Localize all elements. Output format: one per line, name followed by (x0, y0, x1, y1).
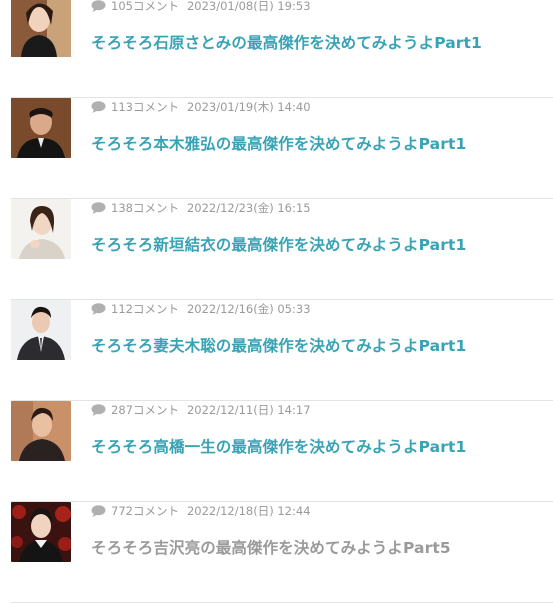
article-thumbnail[interactable] (11, 199, 71, 259)
comment-icon (91, 404, 106, 416)
article-title-link[interactable]: そろそろ石原さとみの最高傑作を決めてみようよPart1 (91, 31, 482, 53)
comment-icon (91, 202, 106, 214)
post-date: 2023/01/19(木) 14:40 (186, 100, 311, 114)
article-title-link[interactable]: そろそろ吉沢亮の最高傑作を決めてみようよPart5 (91, 536, 451, 558)
post-date: 2022/12/18(日) 12:44 (186, 504, 311, 518)
comment-count: 112コメント (111, 302, 179, 316)
list-item[interactable]: 287コメント 2022/12/11(日) 14:17 そろそろ高橋一生の最高傑… (0, 401, 553, 502)
post-date: 2023/01/08(日) 19:53 (186, 0, 311, 13)
comment-icon (91, 0, 106, 12)
post-date: 2022/12/16(金) 05:33 (186, 302, 311, 316)
list-item[interactable]: 138コメント 2022/12/23(金) 16:15 そろそろ新垣結衣の最高傑… (0, 199, 553, 300)
article-meta: 287コメント 2022/12/11(日) 14:17 (91, 403, 311, 417)
article-meta: 105コメント 2023/01/08(日) 19:53 (91, 0, 311, 13)
article-thumbnail[interactable] (11, 502, 71, 562)
article-title-link[interactable]: そろそろ本木雅弘の最高傑作を決めてみようよPart1 (91, 132, 466, 154)
list-item[interactable]: 113コメント 2023/01/19(木) 14:40 そろそろ本木雅弘の最高傑… (0, 98, 553, 199)
article-title-link[interactable]: そろそろ新垣結衣の最高傑作を決めてみようよPart1 (91, 233, 466, 255)
comment-count: 287コメント (111, 403, 179, 417)
article-meta: 112コメント 2022/12/16(金) 05:33 (91, 302, 311, 316)
comment-icon (91, 303, 106, 315)
comment-count: 113コメント (111, 100, 179, 114)
article-title-link[interactable]: そろそろ妻夫木聡の最高傑作を決めてみようよPart1 (91, 334, 466, 356)
comment-icon (91, 505, 106, 517)
article-thumbnail[interactable] (11, 401, 71, 461)
list-item[interactable]: 112コメント 2022/12/16(金) 05:33 そろそろ妻夫木聡の最高傑… (0, 300, 553, 401)
article-meta: 138コメント 2022/12/23(金) 16:15 (91, 201, 311, 215)
list-item[interactable]: 105コメント 2023/01/08(日) 19:53 そろそろ石原さとみの最高… (0, 0, 553, 98)
post-date: 2022/12/23(金) 16:15 (186, 201, 311, 215)
post-date: 2022/12/11(日) 14:17 (186, 403, 311, 417)
list-item[interactable]: 772コメント 2022/12/18(日) 12:44 そろそろ吉沢亮の最高傑作… (0, 502, 553, 603)
article-thumbnail[interactable] (11, 0, 71, 57)
article-list: 105コメント 2023/01/08(日) 19:53 そろそろ石原さとみの最高… (0, 0, 553, 603)
article-title-link[interactable]: そろそろ高橋一生の最高傑作を決めてみようよPart1 (91, 435, 466, 457)
comment-count: 138コメント (111, 201, 179, 215)
comment-count: 105コメント (111, 0, 179, 13)
article-meta: 772コメント 2022/12/18(日) 12:44 (91, 504, 311, 518)
comment-icon (91, 101, 106, 113)
article-thumbnail[interactable] (11, 98, 71, 158)
article-thumbnail[interactable] (11, 300, 71, 360)
comment-count: 772コメント (111, 504, 179, 518)
article-meta: 113コメント 2023/01/19(木) 14:40 (91, 100, 311, 114)
